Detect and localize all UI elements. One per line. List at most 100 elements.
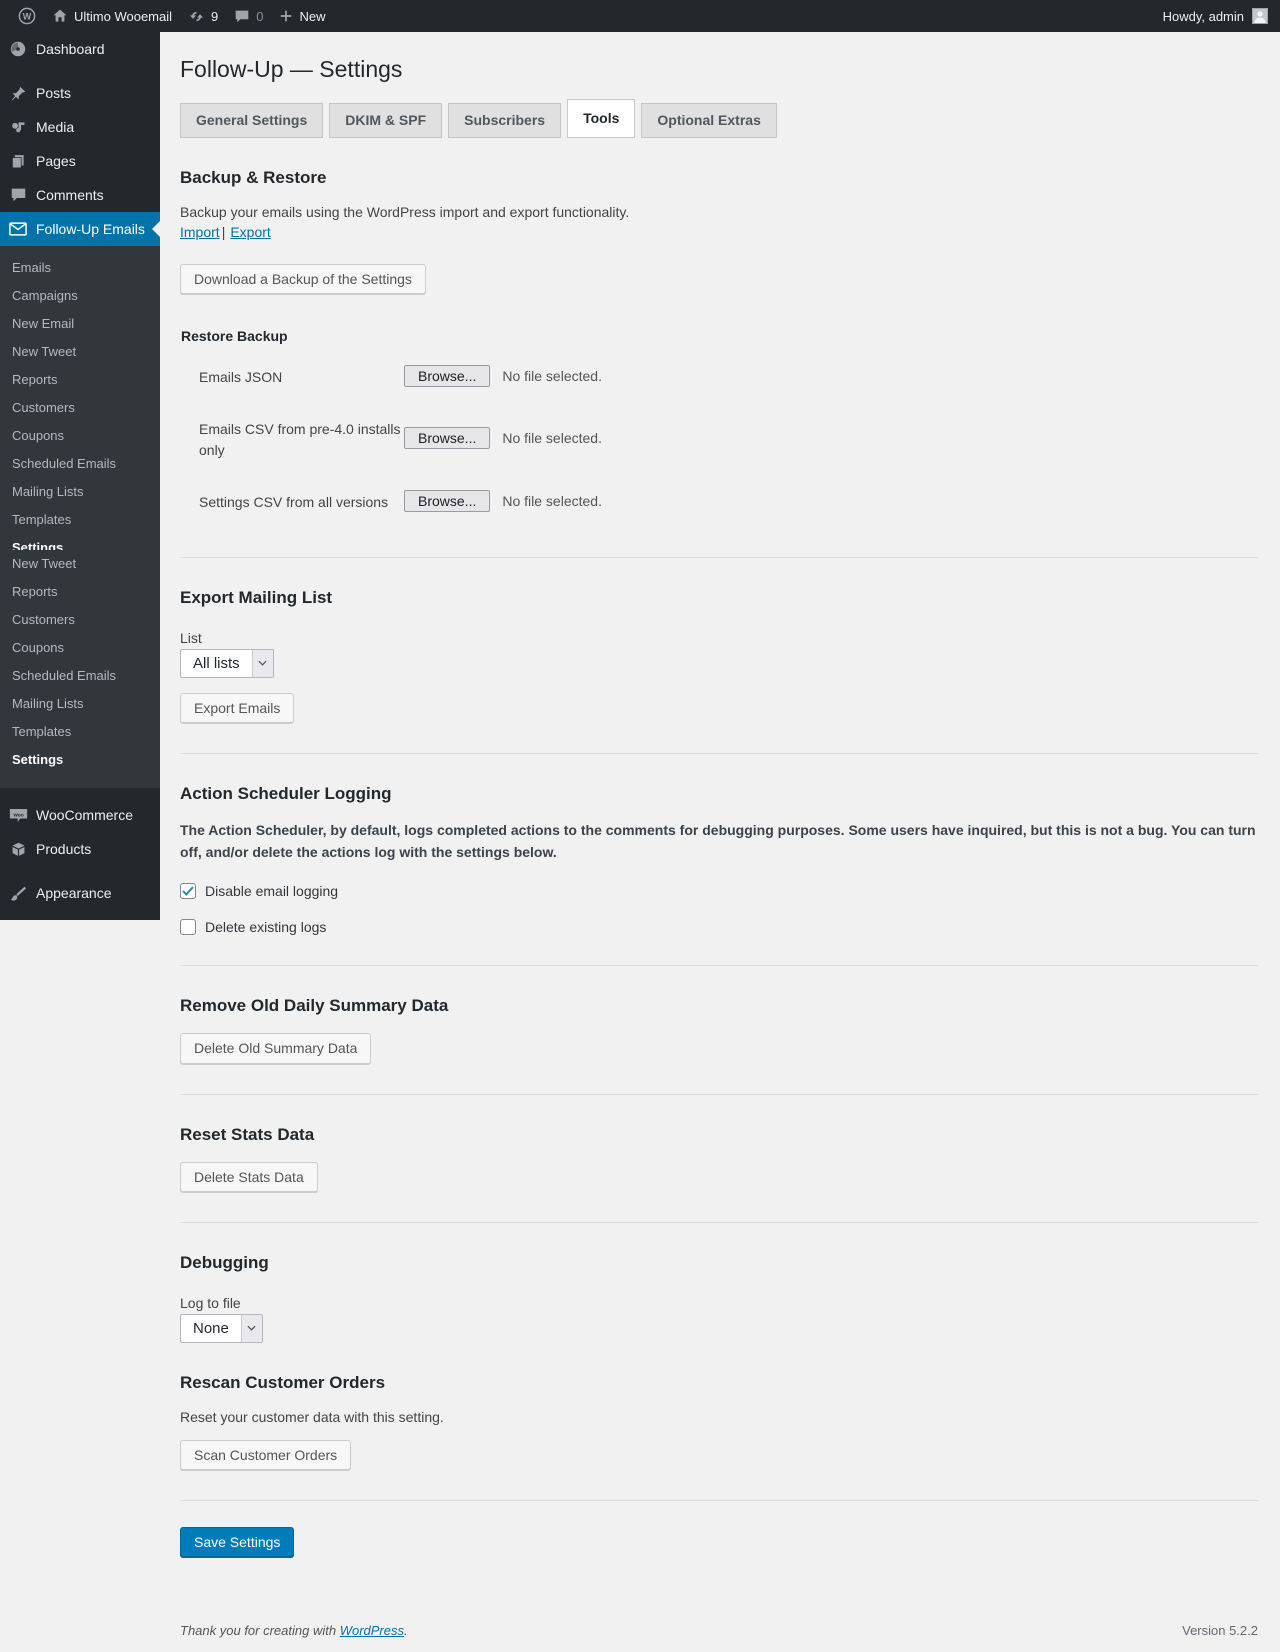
submenu-item-reports[interactable]: Reports xyxy=(0,366,160,394)
submenu-item-templates[interactable]: Templates xyxy=(0,718,160,746)
restore-backup-heading: Restore Backup xyxy=(181,327,288,344)
comments-menu-item[interactable]: 0 xyxy=(226,0,271,32)
site-menu-item[interactable]: Ultimo Wooemail xyxy=(44,0,180,32)
sidebar-item-posts[interactable]: Posts xyxy=(0,76,160,110)
pages-icon xyxy=(8,151,28,171)
log-to-file-select[interactable]: None xyxy=(180,1313,263,1343)
comments-count: 0 xyxy=(256,8,264,24)
delete-stats-button[interactable]: Delete Stats Data xyxy=(180,1161,318,1192)
svg-text:Woo: Woo xyxy=(13,812,23,818)
scan-customer-orders-button[interactable]: Scan Customer Orders xyxy=(180,1439,352,1470)
sidebar-item-woocommerce[interactable]: Woo WooCommerce xyxy=(0,798,160,832)
save-settings-button[interactable]: Save Settings xyxy=(180,1527,295,1558)
sidebar-item-label: Pages xyxy=(36,153,76,169)
no-file-text: No file selected. xyxy=(502,367,602,384)
import-link[interactable]: Import xyxy=(180,224,220,240)
admin-footer: Thank you for creating with WordPress. V… xyxy=(180,1623,1258,1652)
tab-general-settings[interactable]: General Settings xyxy=(180,102,324,138)
list-select-value: All lists xyxy=(193,654,240,672)
plus-icon xyxy=(281,10,292,22)
tab-subscribers[interactable]: Subscribers xyxy=(448,102,562,138)
submenu-item-new-email[interactable]: New Email xyxy=(0,310,160,338)
log-to-file-label: Log to file xyxy=(180,1294,241,1311)
svg-text:W: W xyxy=(23,12,32,22)
submenu-item-mailing-lists[interactable]: Mailing Lists xyxy=(0,478,160,506)
browse-button[interactable]: Browse... xyxy=(404,427,491,450)
sidebar-item-comments[interactable]: Comments xyxy=(0,178,160,212)
sidebar-item-follow-up-emails[interactable]: Follow-Up Emails xyxy=(0,212,160,246)
list-select[interactable]: All lists xyxy=(180,648,274,678)
comment-bubble-icon xyxy=(235,10,249,22)
submenu-item-customers[interactable]: Customers xyxy=(0,394,160,422)
file-field-label: Emails JSON xyxy=(199,368,283,385)
settings-tabs: General Settings DKIM & SPF Subscribers … xyxy=(180,98,1258,138)
sidebar-item-label: Follow-Up Emails xyxy=(36,221,145,237)
tab-tools[interactable]: Tools xyxy=(567,98,636,138)
sidebar-item-media[interactable]: Media xyxy=(0,110,160,144)
tab-dkim-spf[interactable]: DKIM & SPF xyxy=(329,102,443,138)
section-divider xyxy=(180,753,1258,755)
wordpress-link[interactable]: WordPress xyxy=(340,1623,404,1638)
section-divider xyxy=(180,1221,1258,1223)
submenu-item-settings[interactable]: Settings xyxy=(0,534,160,550)
sidebar-item-appearance[interactable]: Appearance xyxy=(0,876,160,910)
import-export-links: Import | Export xyxy=(180,224,1258,240)
submenu-item-mailing-lists[interactable]: Mailing Lists xyxy=(0,690,160,718)
submenu-item-scheduled-emails[interactable]: Scheduled Emails xyxy=(0,662,160,690)
submenu-item-customers[interactable]: Customers xyxy=(0,606,160,634)
main-content: Follow-Up — Settings General Settings DK… xyxy=(160,32,1280,1652)
delete-existing-logs-row: Delete existing logs xyxy=(180,919,1258,936)
updates-menu-item[interactable]: 9 xyxy=(180,0,226,32)
dashboard-icon xyxy=(8,39,28,59)
sidebar-item-products[interactable]: Products xyxy=(0,832,160,866)
sidebar-item-label: Appearance xyxy=(36,885,112,901)
rescan-orders-heading: Rescan Customer Orders xyxy=(180,1372,386,1392)
home-icon xyxy=(53,9,67,22)
export-link[interactable]: Export xyxy=(230,224,270,240)
checkbox-label[interactable]: Disable email logging xyxy=(205,883,338,899)
tab-optional-extras[interactable]: Optional Extras xyxy=(641,102,777,138)
sidebar-item-pages[interactable]: Pages xyxy=(0,144,160,178)
person-icon xyxy=(1254,11,1266,23)
sidebar-item-label: Products xyxy=(36,841,92,857)
submenu-item-templates[interactable]: Templates xyxy=(0,506,160,534)
settings-csv-file-input: Browse... No file selected. xyxy=(404,489,602,513)
submenu-item-coupons[interactable]: Coupons xyxy=(0,422,160,450)
woocommerce-icon: Woo xyxy=(8,805,28,825)
wordpress-logo-icon[interactable]: W xyxy=(10,0,44,32)
delete-old-summary-button[interactable]: Delete Old Summary Data xyxy=(180,1033,372,1064)
disable-email-logging-row: Disable email logging xyxy=(180,883,1258,900)
debugging-heading: Debugging xyxy=(180,1252,269,1272)
page-title: Follow-Up — Settings xyxy=(180,56,403,82)
paintbrush-icon xyxy=(8,883,28,903)
export-emails-button[interactable]: Export Emails xyxy=(180,692,295,724)
browse-button[interactable]: Browse... xyxy=(404,489,491,512)
submenu-item-reports[interactable]: Reports xyxy=(0,578,160,606)
admin-bar: W Ultimo Wooemail 9 0 New Howdy, admin xyxy=(0,0,1280,32)
download-backup-button[interactable]: Download a Backup of the Settings xyxy=(180,263,426,294)
new-menu-item[interactable]: New xyxy=(271,0,333,32)
submenu-item-scheduled-emails[interactable]: Scheduled Emails xyxy=(0,450,160,478)
howdy-text[interactable]: Howdy, admin xyxy=(1163,9,1244,24)
pushpin-icon xyxy=(8,83,28,103)
section-divider xyxy=(180,965,1258,967)
submenu-item-coupons[interactable]: Coupons xyxy=(0,634,160,662)
delete-existing-logs-checkbox[interactable] xyxy=(180,919,196,936)
backup-description: Backup your emails using the WordPress i… xyxy=(180,203,630,220)
submenu-item-emails[interactable]: Emails xyxy=(0,254,160,282)
submenu-item-new-tweet[interactable]: New Tweet xyxy=(0,338,160,366)
browse-button[interactable]: Browse... xyxy=(404,364,491,387)
chevron-down-icon xyxy=(240,1314,262,1342)
avatar[interactable] xyxy=(1252,8,1268,24)
submenu-item-settings[interactable]: Settings xyxy=(0,746,160,774)
comment-icon xyxy=(8,185,28,205)
disable-email-logging-checkbox[interactable] xyxy=(180,883,196,900)
restore-row-emails-json: Emails JSON Browse... No file selected. xyxy=(180,350,1258,402)
sidebar-item-dashboard[interactable]: Dashboard xyxy=(0,32,160,66)
submenu-item-campaigns[interactable]: Campaigns xyxy=(0,282,160,310)
footer-thanks: Thank you for creating with WordPress. xyxy=(180,1623,408,1638)
list-label: List xyxy=(180,629,202,646)
checkbox-label[interactable]: Delete existing logs xyxy=(205,919,326,935)
submenu-item-new-tweet[interactable]: New Tweet xyxy=(0,550,160,578)
action-scheduler-heading: Action Scheduler Logging xyxy=(180,784,392,804)
